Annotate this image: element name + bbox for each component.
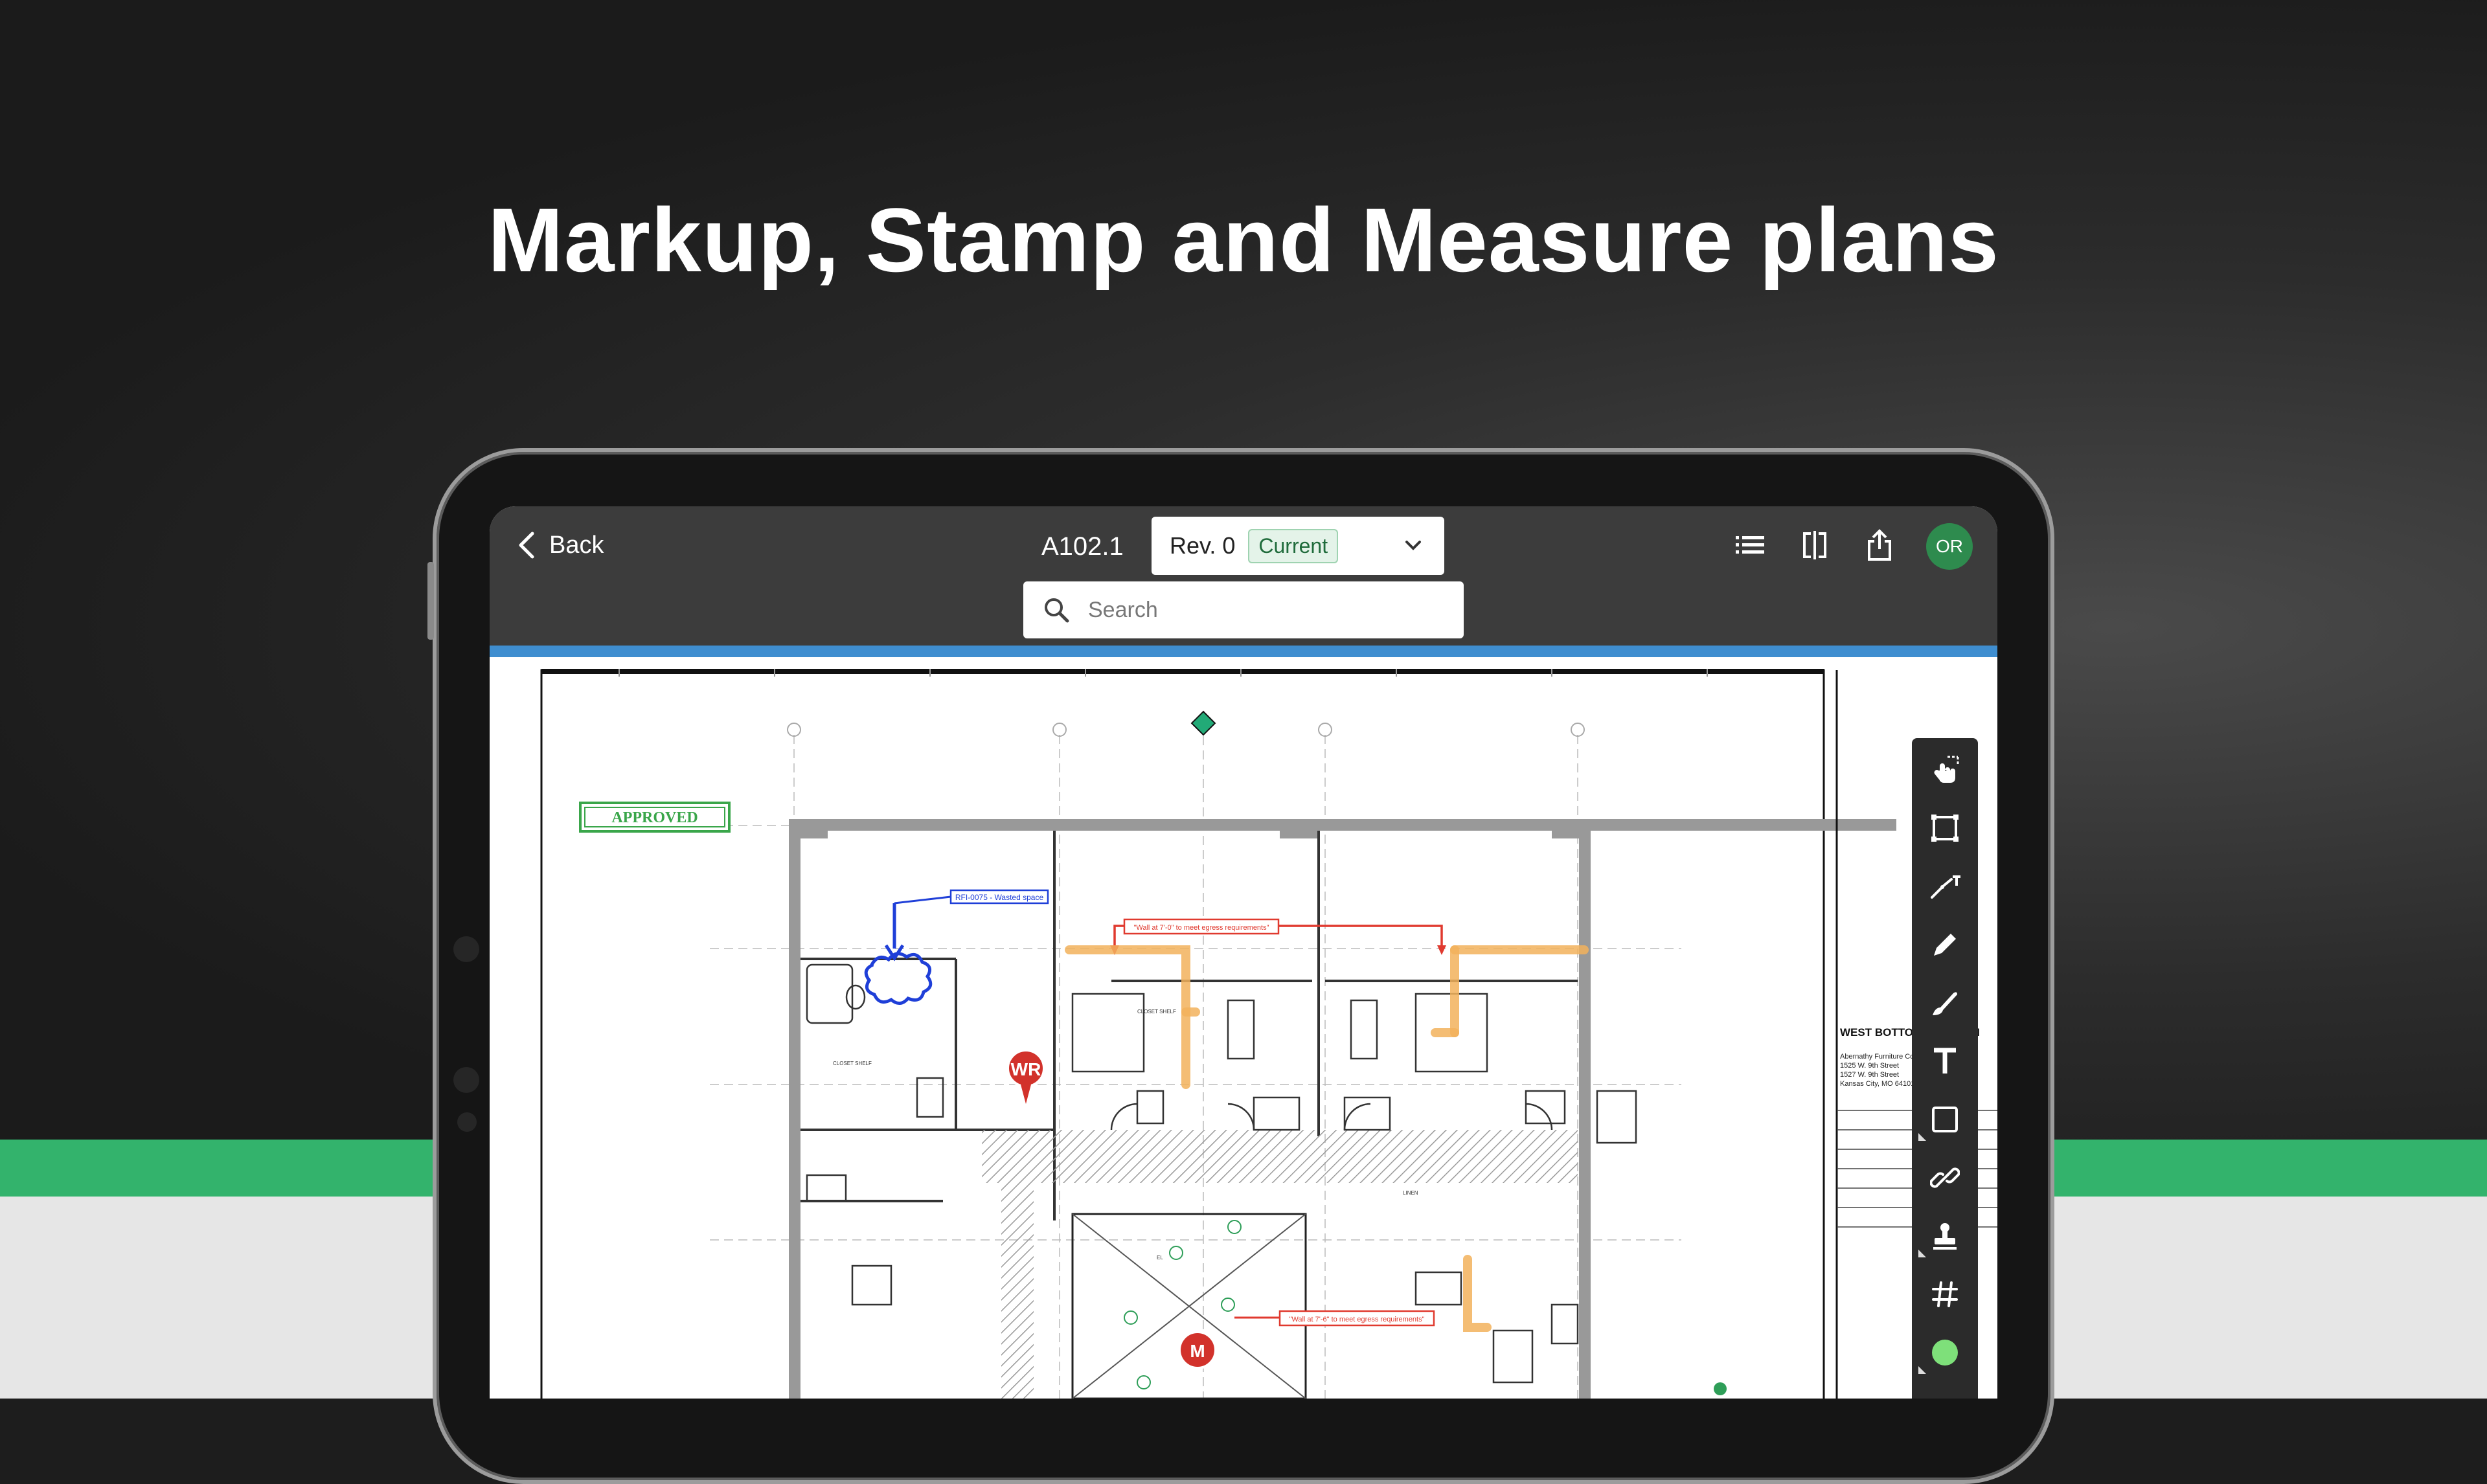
color-icon[interactable] [1912, 1326, 1978, 1379]
search-icon [1043, 596, 1070, 624]
svg-text:CLOSET SHELF: CLOSET SHELF [1137, 1009, 1176, 1015]
pin-m: M [1190, 1341, 1205, 1361]
select-icon[interactable] [1912, 743, 1978, 796]
submenu-indicator [1918, 1250, 1926, 1257]
pin-wr: WR [1011, 1059, 1041, 1079]
avatar[interactable]: OR [1926, 523, 1973, 570]
title-block-city: Kansas City, MO 64101 [1840, 1080, 1914, 1088]
volume-button [427, 562, 434, 640]
red-callout-1: "Wall at 7'-0" to meet egress requiremen… [1133, 924, 1269, 932]
title-block-address-1: 1525 W. 9th Street [1840, 1062, 1899, 1070]
submenu-indicator [1918, 1133, 1926, 1141]
headline: Markup, Stamp and Measure plans [0, 188, 2487, 293]
pen-icon[interactable] [1912, 918, 1978, 971]
floor-plan: CLOSET SHELF CLOSET SHELF LINEN EL APPROVE… [490, 657, 1997, 1399]
search-field[interactable] [1023, 581, 1464, 638]
svg-text:LINEN: LINEN [1403, 1190, 1418, 1196]
markup-toolbar [1912, 738, 1978, 1399]
rectangle-icon[interactable] [1912, 1093, 1978, 1146]
red-callout-2: "Wall at 7'-6" to meet egress requiremen… [1289, 1316, 1424, 1323]
measure-icon[interactable] [1912, 860, 1978, 913]
chevron-down-icon [1402, 534, 1425, 557]
share-icon[interactable] [1860, 526, 1899, 565]
chevron-left-icon [518, 531, 535, 559]
blue-callout: RFI-0075 - Wasted space [955, 893, 1044, 902]
search-input[interactable] [1087, 597, 1426, 624]
tablet-screen: Back A102.1 Rev. 0 Current OR [490, 506, 1997, 1399]
sheet-id: A102.1 [1041, 532, 1124, 561]
camera-dot [453, 1067, 479, 1093]
submenu-indicator [1918, 1366, 1926, 1374]
back-label: Back [549, 532, 604, 559]
svg-text:EL: EL [1157, 1255, 1163, 1261]
area-select-icon[interactable] [1912, 802, 1978, 855]
plan-canvas[interactable]: CLOSET SHELF CLOSET SHELF LINEN EL APPROVE… [490, 657, 1997, 1399]
camera-dot [453, 936, 479, 962]
hashtag-icon[interactable] [1912, 1268, 1978, 1321]
back-button[interactable]: Back [518, 531, 604, 559]
link-icon[interactable] [1912, 1151, 1978, 1204]
app-bar: Back A102.1 Rev. 0 Current OR [490, 506, 1997, 646]
svg-text:CLOSET SHELF: CLOSET SHELF [833, 1061, 872, 1066]
approved-stamp: APPROVED [611, 809, 698, 826]
revision-label: Rev. 0 [1170, 532, 1235, 559]
revision-select[interactable]: Rev. 0 Current [1152, 517, 1444, 575]
highlighter-icon[interactable] [1912, 976, 1978, 1029]
sensor-dot [457, 1112, 477, 1132]
text-icon[interactable] [1912, 1035, 1978, 1088]
stamp-icon[interactable] [1912, 1209, 1978, 1263]
list-icon[interactable] [1731, 526, 1769, 565]
compare-icon[interactable] [1795, 526, 1834, 565]
accent-strip [490, 646, 1997, 657]
current-badge: Current [1248, 529, 1338, 563]
title-block-client: Abernathy Furniture Co. [1840, 1053, 1916, 1061]
title-block-address-2: 1527 W. 9th Street [1840, 1071, 1899, 1079]
